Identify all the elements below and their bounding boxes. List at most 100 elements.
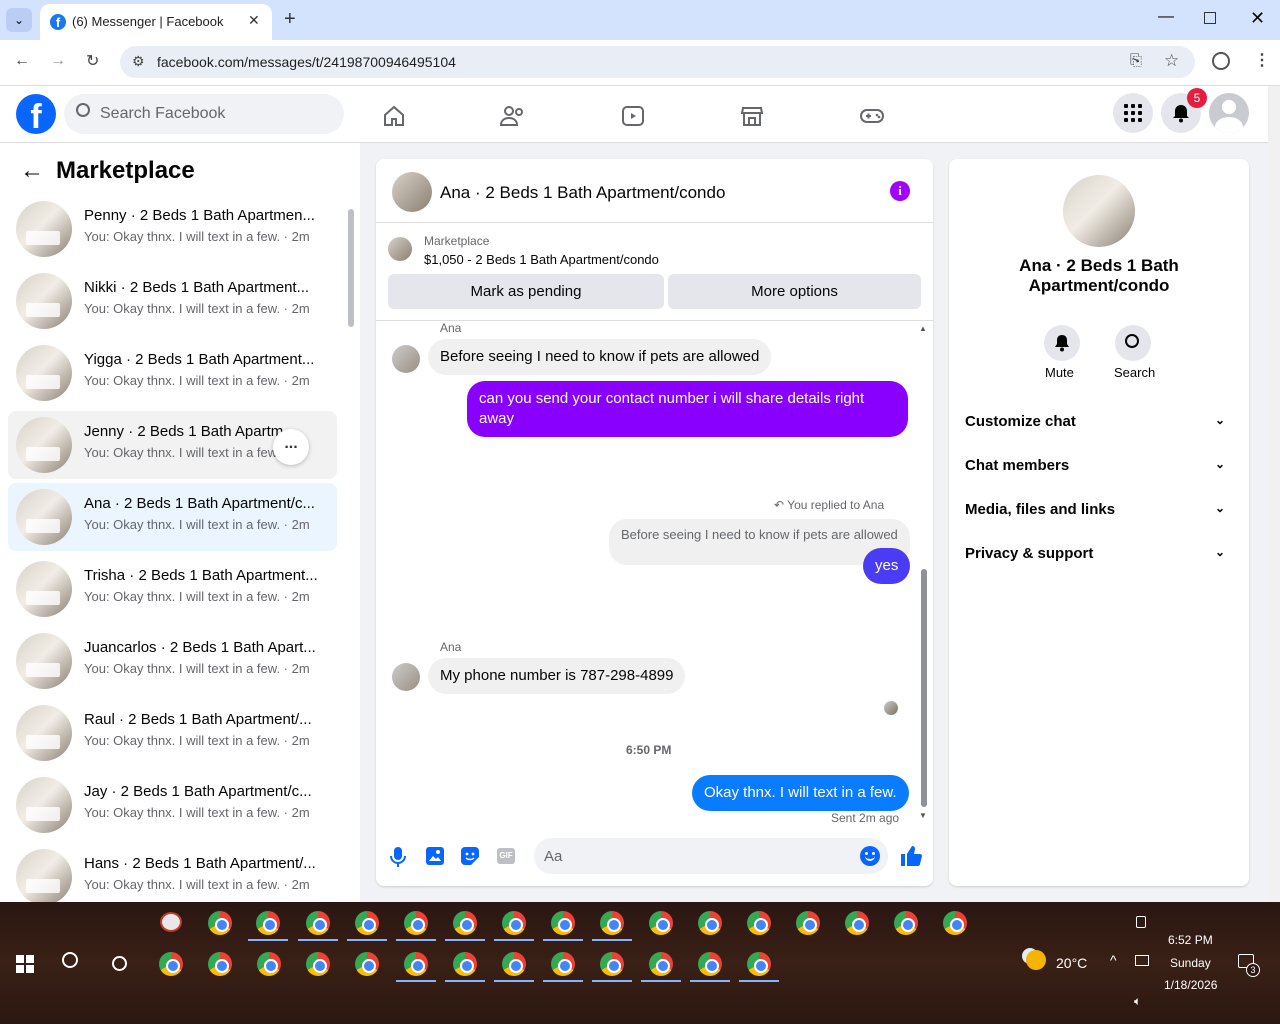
weather-temp[interactable]: 20°C [1056,955,1087,971]
new-tab-icon[interactable]: + [284,8,296,31]
marketplace-icon[interactable] [739,104,765,128]
chrome-app-icon[interactable] [502,952,526,976]
chrome-app-icon[interactable] [894,911,918,935]
chrome-app-icon[interactable] [208,911,232,935]
mark-as-pending-button[interactable]: Mark as pending [388,274,664,309]
site-info-icon[interactable]: ⚙ [132,53,145,70]
listing-title[interactable]: $1,050 - 2 Beds 1 Bath Apartment/condo [424,252,659,267]
chrome-app-icon[interactable] [747,952,771,976]
facebook-search-input[interactable]: Search Facebook [64,94,344,134]
chrome-app-icon[interactable] [698,952,722,976]
bookmark-star-icon[interactable]: ☆ [1164,51,1179,71]
conversation-item[interactable]: Yigga · 2 Beds 1 Bath Apartment... You: O… [8,339,337,407]
browser-tab[interactable]: f (6) Messenger | Facebook ✕ [40,4,272,40]
weather-icon[interactable] [1026,950,1046,970]
chat-avatar[interactable] [392,172,432,212]
conversation-item[interactable]: Raul · 2 Beds 1 Bath Apartment/... You: O… [8,699,337,767]
close-window-icon[interactable]: ✕ [1250,8,1265,29]
media-files-links-section[interactable]: Media, files and links ⌄ [965,501,1233,525]
windows-start-icon[interactable] [16,955,34,973]
chrome-app-icon[interactable] [355,952,379,976]
message-outgoing[interactable]: yes [863,548,911,584]
chrome-app-icon[interactable] [208,952,232,976]
page-scrollbar[interactable] [1268,86,1280,902]
home-icon[interactable] [381,104,407,128]
message-incoming[interactable]: My phone number is 787-298-4899 [428,658,686,694]
customize-chat-section[interactable]: Customize chat ⌄ [965,413,1233,437]
chrome-app-icon[interactable] [600,952,624,976]
chrome-app-icon[interactable] [551,911,575,935]
chrome-app-icon[interactable] [649,952,673,976]
menu-grid-button[interactable] [1113,93,1153,133]
chrome-app-icon[interactable] [453,952,477,976]
reload-icon[interactable]: ↻ [86,51,99,71]
microphone-icon[interactable] [390,847,406,867]
cortana-icon[interactable] [112,956,127,971]
chat-title[interactable]: Ana · 2 Beds 1 Bath Apartment/condo [440,183,725,203]
chrome-app-icon[interactable] [551,952,575,976]
chrome-app-icon[interactable] [502,911,526,935]
conversation-item[interactable]: Juancarlos · 2 Beds 1 Bath Apart... You: … [8,627,337,695]
messages-scrollbar[interactable]: ▲ ▼ [918,324,930,822]
chrome-app-icon[interactable] [649,911,673,935]
search-in-chat-button[interactable] [1115,325,1151,361]
message-input[interactable]: Aa [534,838,888,874]
conversation-item[interactable]: Trisha · 2 Beds 1 Bath Apartment... You: … [8,555,337,623]
chrome-app-icon[interactable] [845,911,869,935]
chrome-app-icon[interactable] [943,911,967,935]
mute-button[interactable] [1044,325,1080,361]
taskbar-search-icon[interactable] [62,952,78,968]
chrome-app-icon[interactable] [355,911,379,935]
minimize-icon[interactable]: — [1158,8,1174,26]
scroll-down-icon[interactable]: ▼ [919,811,927,820]
chrome-app-icon[interactable] [256,911,280,935]
restore-icon[interactable] [1204,12,1216,24]
conversation-item[interactable]: Hans · 2 Beds 1 Bath Apartment/... You: O… [8,843,337,911]
gaming-icon[interactable] [859,104,885,128]
chrome-app-icon[interactable] [796,911,820,935]
more-options-icon[interactable]: ... [273,429,309,465]
conversation-item[interactable]: Jay · 2 Beds 1 Bath Apartment/c... You: O… [8,771,337,839]
message-outgoing[interactable]: can you send your contact number i will … [467,381,908,437]
address-bar[interactable]: ⚙ facebook.com/messages/t/24198700946495… [120,46,1195,78]
privacy-support-section[interactable]: Privacy & support ⌄ [965,545,1233,569]
emoji-icon[interactable] [860,846,880,866]
friends-icon[interactable] [500,104,526,128]
message-incoming[interactable]: Before seeing I need to know if pets are… [428,339,772,375]
install-app-icon[interactable]: ⎘ [1130,52,1142,69]
message-outgoing[interactable]: Okay thnx. I will text in a few. [692,775,909,811]
conversation-item[interactable]: Penny · 2 Beds 1 Bath Apartmen... You: Ok… [8,195,337,263]
close-tab-icon[interactable]: ✕ [248,12,260,29]
conversation-item[interactable]: Nikki · 2 Beds 1 Bath Apartment... You: O… [8,267,337,335]
list-scrollbar[interactable] [346,203,356,898]
paint-app-icon[interactable] [160,912,182,932]
account-avatar[interactable] [1209,93,1249,133]
notifications-button[interactable]: 5 [1161,88,1207,133]
browser-menu-icon[interactable]: ⋮ [1254,50,1270,70]
chrome-app-icon[interactable] [306,911,330,935]
network-icon[interactable] [1135,955,1149,966]
video-icon[interactable] [620,104,646,128]
listing-thumbnail[interactable] [388,237,412,261]
clock-date[interactable]: 1/18/2026 [1164,978,1217,992]
chrome-app-icon[interactable] [306,952,330,976]
chrome-app-icon[interactable] [257,952,281,976]
scroll-up-icon[interactable]: ▲ [919,324,927,333]
chrome-app-icon[interactable] [453,911,477,935]
tray-chevron-icon[interactable]: ^ [1110,952,1117,968]
volume-icon[interactable]: 🔈︎ [1134,994,1141,1009]
chrome-app-icon[interactable] [600,911,624,935]
chrome-app-icon[interactable] [159,952,183,976]
more-options-button[interactable]: More options [668,274,921,309]
chat-members-section[interactable]: Chat members ⌄ [965,457,1233,481]
chrome-app-icon[interactable] [404,952,428,976]
back-icon[interactable]: ← [14,52,30,70]
conversation-info-icon[interactable]: i [890,181,910,201]
meet-now-icon[interactable] [1136,916,1146,928]
facebook-logo-icon[interactable]: f [16,94,56,134]
chrome-app-icon[interactable] [404,911,428,935]
tab-search-button[interactable]: ⌄ [6,8,32,32]
back-arrow-icon[interactable]: ← [20,157,44,185]
clock-day[interactable]: Sunday [1170,956,1211,970]
conversation-item[interactable]: Ana · 2 Beds 1 Bath Apartment/c... You: O… [8,483,337,551]
